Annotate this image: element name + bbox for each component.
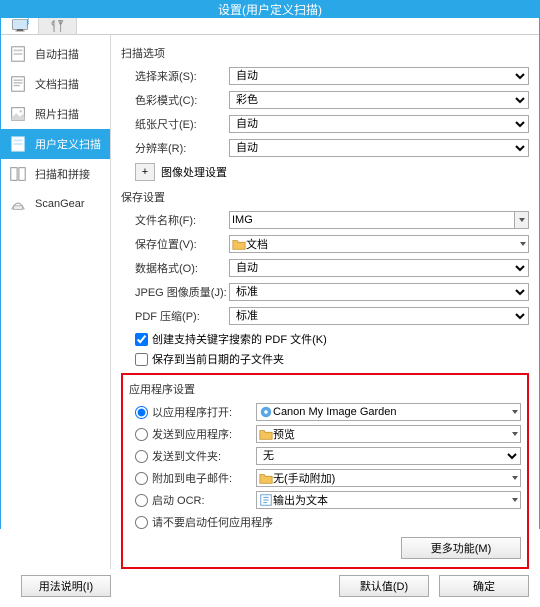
- text-output-icon: [259, 493, 273, 507]
- stitch-icon: [9, 165, 27, 183]
- filename-input[interactable]: [229, 211, 515, 229]
- folder-yellow-icon: [259, 427, 273, 441]
- folder-icon: [259, 471, 273, 485]
- jpegq-select[interactable]: 标准: [229, 283, 529, 301]
- papersize-label: 纸张尺寸(E):: [121, 116, 229, 132]
- photo-icon: [9, 105, 27, 123]
- sidebar-item-photo[interactable]: 照片扫描: [1, 99, 110, 129]
- sidebar-item-stitch[interactable]: 扫描和拼接: [1, 159, 110, 189]
- custom-scan-icon: [9, 135, 27, 153]
- folder-icon: [232, 237, 246, 251]
- chk-date-label: 保存到当前日期的子文件夹: [152, 351, 284, 367]
- scan-group-title: 扫描选项: [121, 45, 529, 61]
- source-label: 选择来源(S):: [121, 68, 229, 84]
- radio-attach[interactable]: [135, 472, 148, 485]
- plus-icon: +: [142, 166, 148, 178]
- sidebar-label: ScanGear: [35, 198, 85, 210]
- sidebar-label: 用户定义扫描: [35, 136, 101, 152]
- radio-openwith[interactable]: [135, 406, 148, 419]
- more-functions-button[interactable]: 更多功能(M): [401, 537, 521, 559]
- saveto-select[interactable]: 文档: [229, 235, 529, 253]
- ocr-label: 启动 OCR:: [152, 492, 256, 508]
- jpegq-label: JPEG 图像质量(J):: [121, 284, 229, 300]
- resolution-label: 分辨率(R):: [121, 140, 229, 156]
- document-icon: [9, 75, 27, 93]
- defaults-button[interactable]: 默认值(D): [339, 575, 429, 597]
- sidebar-label: 自动扫描: [35, 46, 79, 62]
- papersize-select[interactable]: 自动: [229, 115, 529, 133]
- sidebar: 自动扫描 文档扫描 照片扫描 用户定义扫描 扫描和拼接 ScanGear: [1, 35, 111, 569]
- filename-dropdown-button[interactable]: [515, 211, 529, 229]
- saveto-label: 保存位置(V):: [121, 236, 229, 252]
- openwith-select[interactable]: Canon My Image Garden: [256, 403, 521, 421]
- attach-select[interactable]: 无(手动附加): [256, 469, 521, 487]
- sendtofolder-select[interactable]: 无: [256, 447, 521, 465]
- chk-kw-search[interactable]: [135, 333, 148, 346]
- sidebar-item-auto[interactable]: 自动扫描: [1, 39, 110, 69]
- sendtoapp-select[interactable]: 预览: [256, 425, 521, 443]
- ocr-select[interactable]: 输出为文本: [256, 491, 521, 509]
- sidebar-label: 照片扫描: [35, 106, 79, 122]
- radio-sendtofolder[interactable]: [135, 450, 148, 463]
- sidebar-item-scangear[interactable]: ScanGear: [1, 189, 110, 219]
- page-auto-icon: [9, 45, 27, 63]
- imgproc-label: 图像处理设置: [161, 164, 227, 180]
- radio-none[interactable]: [135, 516, 148, 529]
- format-label: 数据格式(O):: [121, 260, 229, 276]
- source-select[interactable]: 自动: [229, 67, 529, 85]
- help-button[interactable]: 用法说明(I): [21, 575, 111, 597]
- app-canon-icon: [259, 405, 273, 419]
- sendtofolder-label: 发送到文件夹:: [152, 448, 256, 464]
- window-title: 设置(用户定义扫描): [218, 1, 322, 18]
- sidebar-item-document[interactable]: 文档扫描: [1, 69, 110, 99]
- radio-sendtoapp[interactable]: [135, 428, 148, 441]
- monitor-icon: [11, 18, 29, 34]
- expand-imgproc-button[interactable]: +: [135, 163, 155, 181]
- pdfc-label: PDF 压缩(P):: [121, 308, 229, 324]
- none-label: 请不要启动任何应用程序: [152, 514, 273, 530]
- app-settings-highlight: 应用程序设置 以应用程序打开: Canon My Image Garden 发送…: [121, 373, 529, 569]
- title-bar: 设置(用户定义扫描): [1, 1, 539, 18]
- app-group-title: 应用程序设置: [129, 381, 521, 397]
- resolution-select[interactable]: 自动: [229, 139, 529, 157]
- scangear-icon: [9, 195, 27, 213]
- sidebar-item-custom[interactable]: 用户定义扫描: [1, 129, 110, 159]
- attach-label: 附加到电子邮件:: [152, 470, 256, 486]
- pdfc-select[interactable]: 标准: [229, 307, 529, 325]
- openwith-label: 以应用程序打开:: [152, 404, 256, 420]
- tab-tools[interactable]: [39, 18, 77, 34]
- radio-ocr[interactable]: [135, 494, 148, 507]
- save-group-title: 保存设置: [121, 189, 529, 205]
- colormode-label: 色彩模式(C):: [121, 92, 229, 108]
- sidebar-label: 扫描和拼接: [35, 166, 90, 182]
- tab-computer[interactable]: [1, 18, 39, 34]
- chk-kw-label: 创建支持关键字搜索的 PDF 文件(K): [152, 331, 327, 347]
- content-pane: 扫描选项 选择来源(S): 自动 色彩模式(C): 彩色 纸张尺寸(E): 自动…: [111, 35, 539, 569]
- sidebar-label: 文档扫描: [35, 76, 79, 92]
- ok-button[interactable]: 确定: [439, 575, 529, 597]
- sendtoapp-label: 发送到应用程序:: [152, 426, 256, 442]
- chk-date-subfolder[interactable]: [135, 353, 148, 366]
- filename-label: 文件名称(F):: [121, 212, 229, 228]
- format-select[interactable]: 自动: [229, 259, 529, 277]
- tools-icon: [49, 18, 67, 34]
- colormode-select[interactable]: 彩色: [229, 91, 529, 109]
